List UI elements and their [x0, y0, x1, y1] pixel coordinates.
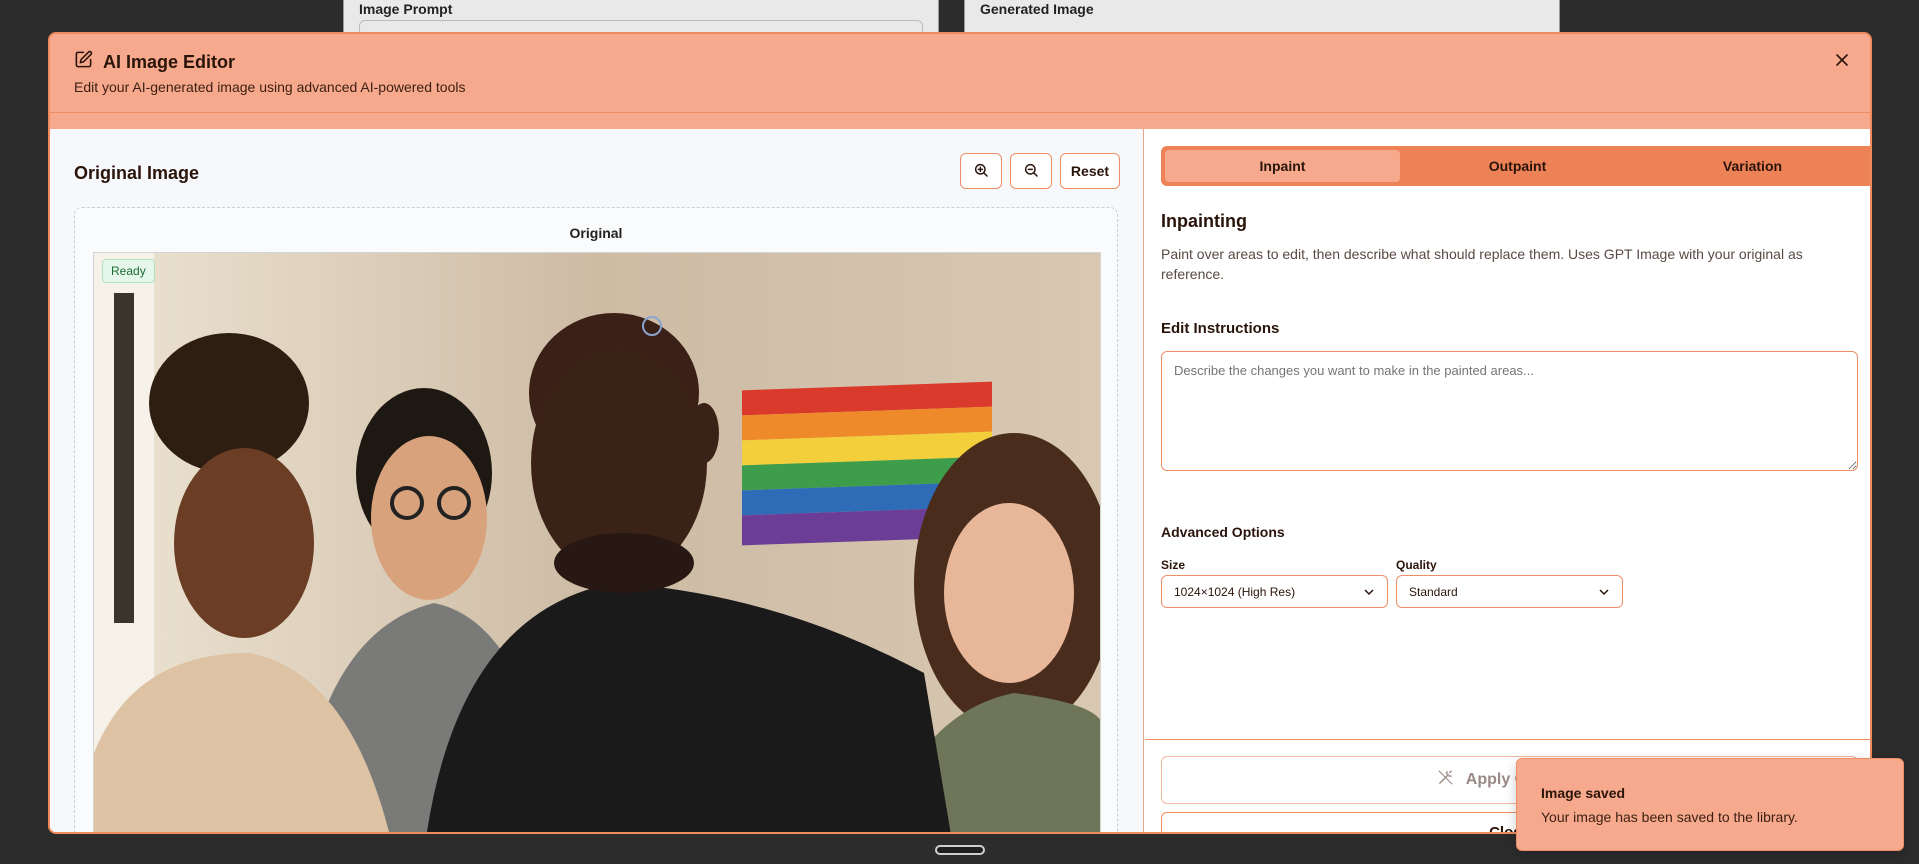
canvas-frame: Original Ready	[74, 207, 1118, 832]
modal-title: AI Image Editor	[103, 51, 236, 72]
modal-subtitle: Edit your AI-generated image using advan…	[74, 79, 466, 95]
inpainting-title: Inpainting	[1161, 211, 1247, 231]
chevron-down-icon	[1363, 586, 1375, 601]
canvas-label: Original	[569, 225, 623, 241]
original-image-canvas[interactable]: Ready	[93, 252, 1101, 832]
modal-header: AI Image Editor Edit your AI-generated i…	[50, 34, 1870, 113]
zoom-out-icon	[1023, 162, 1039, 181]
chevron-down-icon	[1598, 586, 1610, 601]
toast-message: Your image has been saved to the library…	[1541, 809, 1798, 825]
original-image-panel: Original Image Reset Original Ready	[50, 129, 1144, 832]
reset-button[interactable]: Reset	[1060, 153, 1120, 189]
edit-mode-tabs: Inpaint Outpaint Variation	[1161, 146, 1870, 186]
tab-inpaint[interactable]: Inpaint	[1165, 150, 1400, 182]
size-select[interactable]: 1024×1024 (High Res)	[1161, 575, 1388, 608]
close-icon[interactable]	[1830, 48, 1854, 72]
generated-image-label: Generated Image	[980, 1, 1094, 17]
size-select-value: 1024×1024 (High Res)	[1174, 584, 1296, 599]
edit-instructions-input[interactable]	[1161, 351, 1858, 471]
footer-divider	[1145, 739, 1870, 740]
image-saved-toast: Image saved Your image has been saved to…	[1516, 758, 1904, 851]
zoom-in-icon	[973, 162, 989, 181]
edit-icon	[74, 50, 93, 74]
edit-instructions-label: Edit Instructions	[1161, 320, 1280, 337]
quality-select-value: Standard	[1409, 584, 1458, 599]
advanced-options-label: Advanced Options	[1161, 524, 1285, 540]
modal-title-row: AI Image Editor	[74, 50, 235, 74]
size-label: Size	[1161, 558, 1186, 572]
quality-select[interactable]: Standard	[1396, 575, 1623, 608]
zoom-in-button[interactable]	[960, 153, 1002, 189]
magic-wand-icon	[1437, 769, 1454, 791]
status-badge: Ready	[102, 259, 155, 283]
tab-variation[interactable]: Variation	[1635, 150, 1870, 182]
quality-label: Quality	[1396, 558, 1437, 572]
zoom-out-button[interactable]	[1010, 153, 1052, 189]
tab-outpaint[interactable]: Outpaint	[1400, 150, 1635, 182]
inpainting-description: Paint over areas to edit, then describe …	[1161, 246, 1803, 282]
edit-tools-panel: Inpaint Outpaint Variation Inpainting Pa…	[1145, 129, 1870, 832]
image-prompt-label: Image Prompt	[359, 1, 453, 17]
original-image	[94, 253, 1100, 832]
header-strip	[50, 113, 1870, 129]
toast-title: Image saved	[1541, 785, 1626, 801]
scroll-handle[interactable]	[935, 845, 985, 855]
original-image-title: Original Image	[74, 163, 200, 183]
ai-image-editor-modal: AI Image Editor Edit your AI-generated i…	[48, 32, 1872, 834]
